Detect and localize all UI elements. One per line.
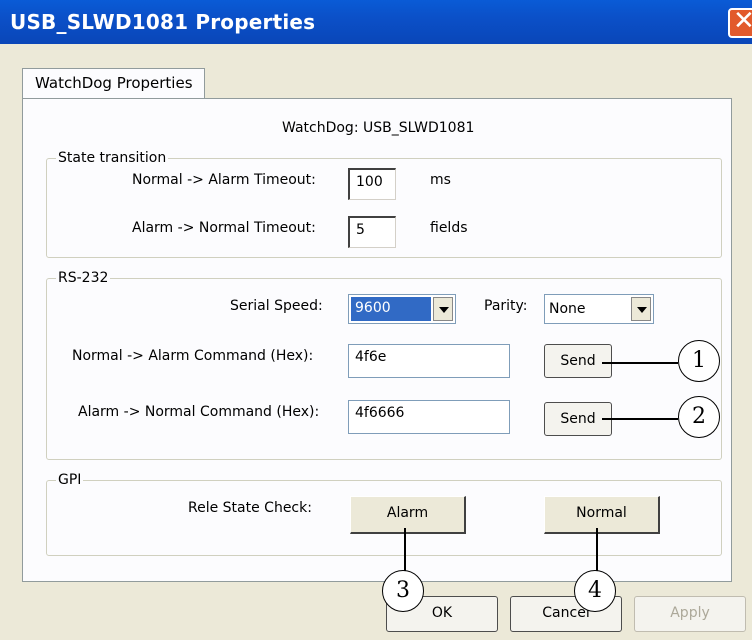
callout-1-leader	[602, 362, 678, 364]
apply-button: Apply	[634, 596, 746, 632]
normal-to-alarm-timeout-label: Normal -> Alarm Timeout:	[132, 172, 316, 188]
callout-2-leader	[602, 418, 678, 420]
normal-button[interactable]: Normal	[544, 496, 660, 534]
alarm-button-label: Alarm	[386, 505, 429, 521]
apply-button-label: Apply	[670, 605, 710, 621]
callout-4: 4	[574, 570, 616, 612]
callout-3-leader	[404, 528, 406, 574]
serial-speed-value: 9600	[351, 297, 431, 321]
window-title: USB_SLWD1081 Properties	[10, 10, 316, 34]
send-normal-to-alarm-button[interactable]: Send	[544, 344, 612, 378]
alarm-to-normal-command-input[interactable]: 4f6666	[348, 400, 510, 434]
normal-button-label: Normal	[576, 505, 627, 521]
serial-speed-select[interactable]: 9600	[348, 294, 456, 324]
close-button[interactable]: ✕	[728, 6, 752, 38]
alarm-to-normal-command-label: Alarm -> Normal Command (Hex):	[78, 404, 320, 420]
parity-label: Parity:	[484, 298, 528, 314]
normal-to-alarm-timeout-input[interactable]: 100	[348, 168, 396, 200]
title-bar[interactable]: USB_SLWD1081 Properties ✕	[0, 0, 752, 44]
callout-1: 1	[678, 340, 720, 382]
tab-watchdog-properties[interactable]: WatchDog Properties	[22, 68, 205, 100]
rs232-title: RS-232	[56, 270, 111, 286]
chevron-down-icon[interactable]	[631, 297, 651, 321]
alarm-to-normal-timeout-label: Alarm -> Normal Timeout:	[132, 220, 316, 236]
dialog-window: USB_SLWD1081 Properties ✕ WatchDog Prope…	[0, 0, 752, 640]
chevron-down-icon[interactable]	[433, 297, 453, 321]
normal-to-alarm-command-label: Normal -> Alarm Command (Hex):	[72, 348, 314, 364]
tab-label: WatchDog Properties	[35, 74, 193, 92]
serial-speed-label: Serial Speed:	[230, 298, 323, 314]
normal-to-alarm-command-input[interactable]: 4f6e	[348, 344, 510, 378]
callout-3: 3	[382, 570, 424, 612]
parity-value: None	[549, 301, 586, 317]
state-transition-title: State transition	[56, 150, 169, 166]
alarm-button[interactable]: Alarm	[350, 496, 466, 534]
alarm-to-normal-timeout-unit: fields	[430, 220, 468, 236]
gpi-title: GPI	[56, 472, 84, 488]
normal-to-alarm-timeout-unit: ms	[430, 172, 451, 188]
send-button-label: Send	[560, 353, 596, 369]
rele-state-check-label: Rele State Check:	[188, 500, 312, 516]
alarm-to-normal-timeout-input[interactable]: 5	[348, 216, 396, 248]
callout-2: 2	[678, 396, 720, 438]
callout-4-leader	[596, 528, 598, 574]
close-icon: ✕	[733, 6, 752, 36]
parity-select[interactable]: None	[544, 294, 654, 324]
device-name-label: WatchDog: USB_SLWD1081	[282, 120, 475, 136]
